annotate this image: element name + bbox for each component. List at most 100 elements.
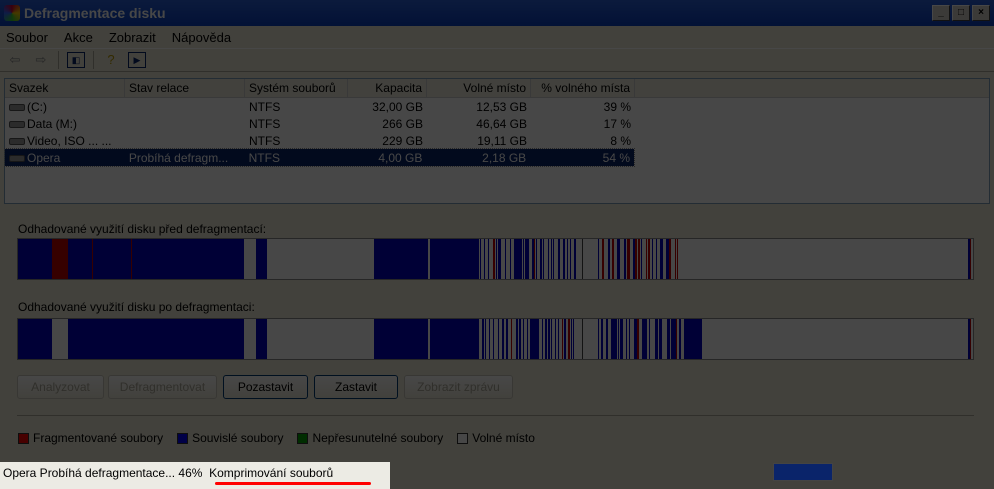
cluster-segment bbox=[620, 319, 623, 359]
cluster-segment bbox=[652, 239, 653, 279]
forward-icon[interactable]: ⇨ bbox=[32, 52, 50, 68]
legend-label: Fragmentované soubory bbox=[33, 431, 164, 445]
cluster-segment bbox=[660, 239, 663, 279]
cluster-segment bbox=[256, 319, 267, 359]
cluster-segment bbox=[646, 239, 647, 279]
cluster-segment bbox=[374, 319, 428, 359]
help-icon[interactable]: ? bbox=[102, 52, 120, 68]
menu-soubor[interactable]: Soubor bbox=[6, 30, 48, 45]
cluster-segment bbox=[626, 319, 627, 359]
progress-bar bbox=[773, 463, 833, 481]
cluster-segment bbox=[618, 319, 619, 359]
cluster-segment bbox=[489, 319, 490, 359]
col-stav[interactable]: Stav relace bbox=[125, 79, 245, 97]
col-kapacita[interactable]: Kapacita bbox=[348, 79, 427, 97]
cluster-segment bbox=[676, 319, 677, 359]
cell: 46,64 GB bbox=[476, 116, 527, 131]
cluster-segment bbox=[548, 239, 549, 279]
cluster-segment bbox=[667, 319, 670, 359]
table-row[interactable]: Opera Probíhá defragm... NTFS 4,00 GB 2,18 G… bbox=[4, 148, 635, 167]
cluster-segment bbox=[608, 239, 610, 279]
minimize-button[interactable]: _ bbox=[932, 5, 950, 21]
legend-label: Souvislé soubory bbox=[192, 431, 284, 445]
cluster-segment bbox=[538, 319, 539, 359]
cluster-segment bbox=[677, 239, 678, 279]
cell: 19,11 GB bbox=[477, 133, 527, 148]
cluster-segment bbox=[637, 319, 639, 359]
maximize-button[interactable]: □ bbox=[952, 5, 970, 21]
show-hide-console-icon[interactable]: ◧ bbox=[67, 52, 85, 68]
cluster-segment bbox=[601, 319, 603, 359]
table-row[interactable]: Data (M:) NTFS 266 GB 46,64 GB 17 % bbox=[5, 115, 989, 132]
cluster-segment bbox=[430, 319, 478, 359]
window-title: Defragmentace disku bbox=[24, 5, 166, 21]
before-map-label: Odhadované využití disku před defragment… bbox=[18, 222, 267, 236]
cluster-segment bbox=[496, 239, 497, 279]
cluster-segment bbox=[563, 239, 565, 279]
cluster-segment bbox=[520, 239, 522, 279]
menu-akce[interactable]: Akce bbox=[64, 30, 93, 45]
cluster-segment bbox=[598, 319, 599, 359]
cluster-segment bbox=[256, 239, 267, 279]
legend-swatch bbox=[457, 433, 469, 445]
cluster-segment bbox=[131, 239, 132, 279]
cluster-segment bbox=[567, 239, 568, 279]
action-pane-icon[interactable]: ▶ bbox=[128, 52, 146, 68]
cluster-segment bbox=[485, 319, 486, 359]
cell: (C:) bbox=[27, 99, 47, 114]
col-svazek[interactable]: Svazek bbox=[5, 79, 125, 97]
cluster-segment bbox=[527, 239, 529, 279]
analyze-button[interactable]: Analyzovat bbox=[17, 375, 104, 399]
cluster-segment bbox=[614, 319, 617, 359]
cluster-segment bbox=[669, 239, 671, 279]
cluster-segment bbox=[18, 319, 52, 359]
cluster-segment bbox=[606, 319, 608, 359]
cluster-segment bbox=[571, 319, 572, 359]
defrag-window: Defragmentace disku _ □ × Soubor Akce Zo… bbox=[0, 0, 994, 489]
close-button[interactable]: × bbox=[972, 5, 990, 21]
col-procent[interactable]: % volného místa bbox=[531, 79, 635, 97]
menu-napoveda[interactable]: Nápověda bbox=[172, 30, 231, 45]
cell: Probíhá defragm... bbox=[128, 150, 229, 165]
cell: NTFS bbox=[249, 133, 281, 148]
cell: 39 % bbox=[603, 99, 631, 114]
cluster-segment bbox=[542, 319, 543, 359]
cluster-segment bbox=[506, 319, 508, 359]
table-row[interactable]: Video, ISO ... ... NTFS 229 GB 19,11 GB 8 % bbox=[5, 132, 989, 149]
col-system[interactable]: Systém souborů bbox=[245, 79, 348, 97]
cluster-segment bbox=[558, 319, 559, 359]
legend-swatch bbox=[177, 433, 189, 445]
stop-button[interactable]: Zastavit bbox=[314, 375, 398, 399]
cluster-segment bbox=[519, 319, 521, 359]
cluster-segment bbox=[570, 239, 571, 279]
cluster-segment bbox=[582, 239, 583, 279]
pause-button[interactable]: Pozastavit bbox=[223, 375, 308, 399]
cluster-segment bbox=[612, 239, 614, 279]
cluster-segment bbox=[548, 319, 550, 359]
cluster-segment bbox=[18, 239, 52, 279]
after-disk-map bbox=[17, 318, 974, 360]
cluster-segment bbox=[545, 319, 547, 359]
menu-zobrazit[interactable]: Zobrazit bbox=[109, 30, 156, 45]
cluster-segment bbox=[534, 239, 535, 279]
cell: Video, ISO ... ... bbox=[27, 133, 112, 148]
cluster-segment bbox=[92, 239, 93, 279]
cluster-segment bbox=[629, 319, 630, 359]
legend-swatch bbox=[18, 433, 29, 445]
legend-item: Nepřesunutelné soubory bbox=[297, 431, 443, 445]
cluster-segment bbox=[500, 239, 501, 279]
defragment-button[interactable]: Defragmentovat bbox=[108, 375, 217, 399]
cell: 229 GB bbox=[382, 133, 423, 148]
cell: NTFS bbox=[248, 150, 280, 165]
cluster-segment bbox=[482, 319, 484, 359]
cluster-segment bbox=[511, 319, 512, 359]
table-row[interactable]: (C:) NTFS 32,00 GB 12,53 GB 39 % bbox=[5, 98, 989, 115]
menu-bar: Soubor Akce Zobrazit Nápověda bbox=[0, 26, 994, 48]
cluster-segment bbox=[498, 319, 499, 359]
cluster-segment bbox=[629, 239, 630, 279]
view-report-button[interactable]: Zobrazit zprávu bbox=[404, 375, 513, 399]
col-volne[interactable]: Volné místo bbox=[427, 79, 531, 97]
cluster-segment bbox=[638, 239, 640, 279]
back-icon[interactable]: ⇦ bbox=[6, 52, 24, 68]
cluster-segment bbox=[568, 319, 570, 359]
